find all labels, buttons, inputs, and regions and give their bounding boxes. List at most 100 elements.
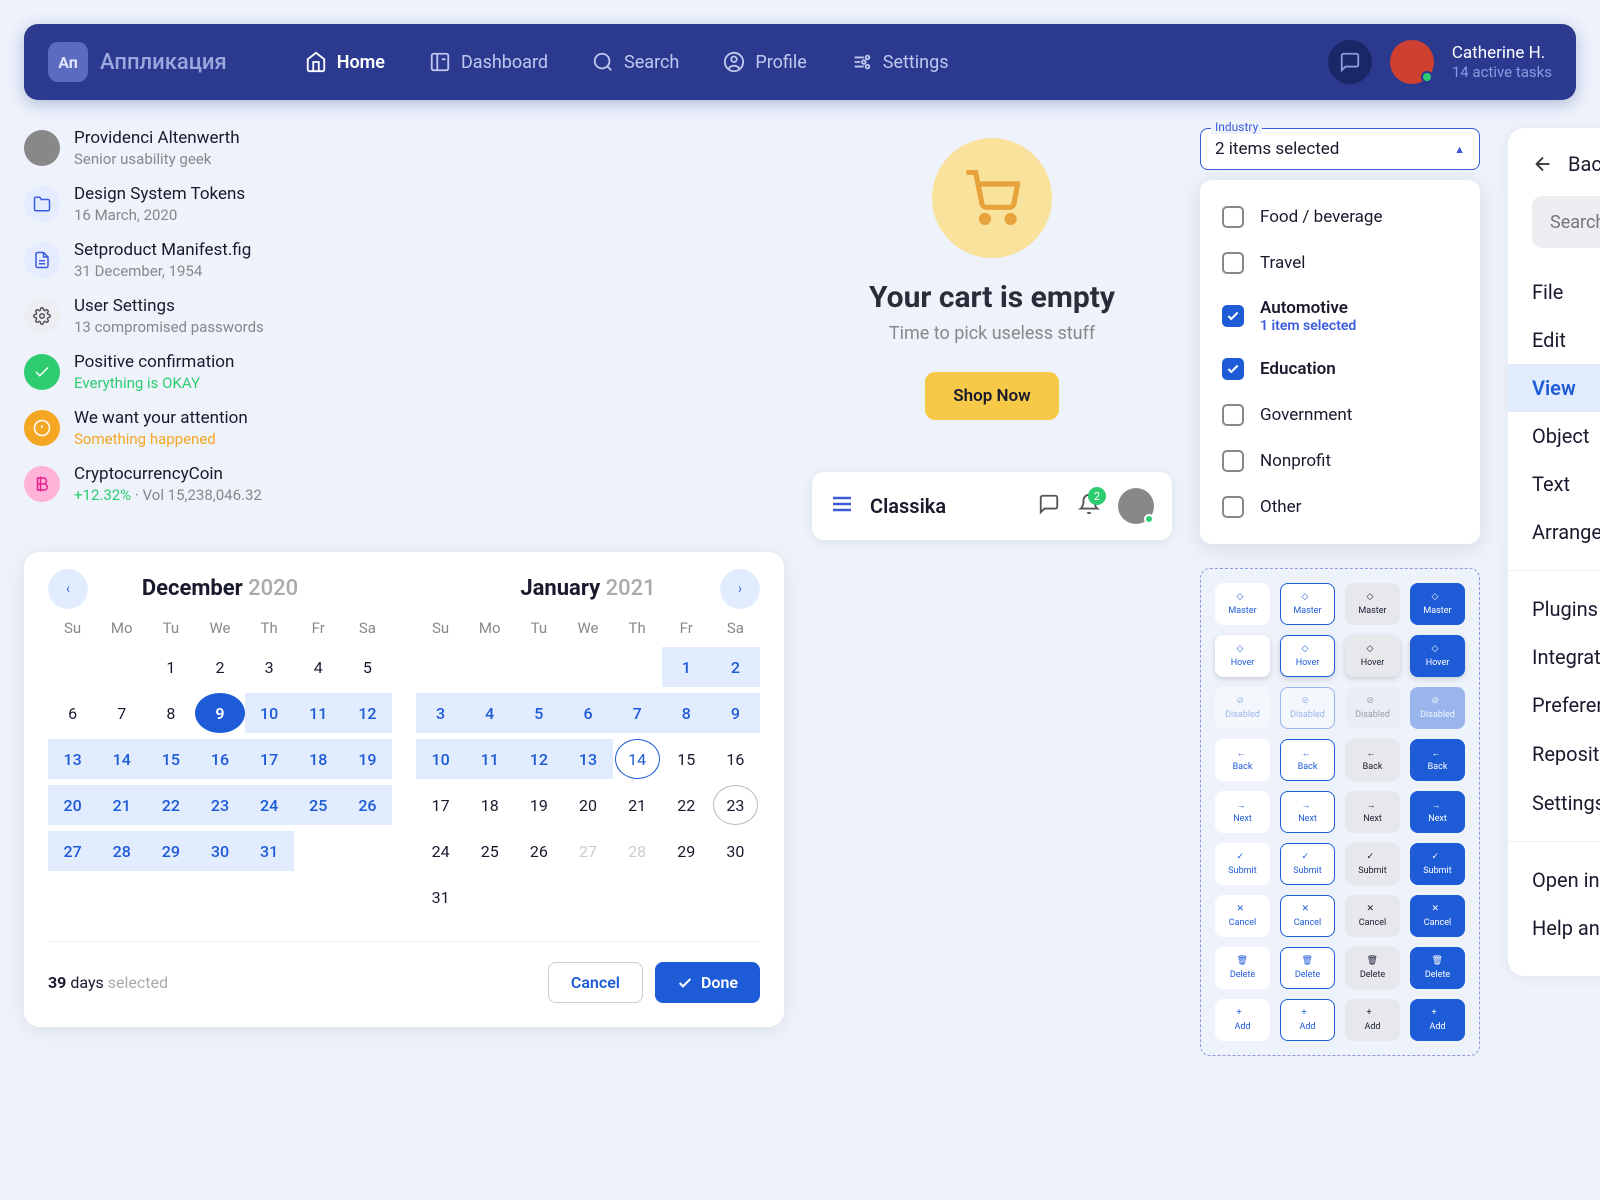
- nav-search[interactable]: Search: [574, 41, 697, 83]
- option-education[interactable]: Education: [1200, 346, 1480, 392]
- menu-plugins[interactable]: Plugins›: [1508, 585, 1600, 633]
- list-item[interactable]: We want your attentionSomething happened: [24, 408, 424, 448]
- day-22[interactable]: 22: [146, 785, 195, 825]
- day-12[interactable]: 12: [514, 739, 563, 779]
- option-government[interactable]: Government: [1200, 392, 1480, 438]
- day-21[interactable]: 21: [97, 785, 146, 825]
- chip-add-v2[interactable]: +Add: [1280, 999, 1335, 1041]
- day-24[interactable]: 24: [245, 785, 294, 825]
- chip-add-v4[interactable]: +Add: [1410, 999, 1465, 1041]
- day-18[interactable]: 18: [294, 739, 343, 779]
- chip-submit-v1[interactable]: ✓Submit: [1215, 843, 1270, 885]
- chat-icon[interactable]: [1328, 40, 1372, 84]
- chip-back-v4[interactable]: ←Back: [1410, 739, 1465, 781]
- menu-integrations[interactable]: Integrations›: [1508, 633, 1600, 681]
- chip-submit-v3[interactable]: ✓Submit: [1345, 843, 1400, 885]
- day-20[interactable]: 20: [563, 785, 612, 825]
- chat-icon[interactable]: [1038, 493, 1060, 519]
- chip-add-v1[interactable]: +Add: [1215, 999, 1270, 1041]
- chip-cancel-v3[interactable]: ✕Cancel: [1345, 895, 1400, 937]
- back-button[interactable]: Back to Files: [1508, 152, 1600, 196]
- day-27[interactable]: 27: [563, 831, 612, 871]
- day-24[interactable]: 24: [416, 831, 465, 871]
- day-13[interactable]: 13: [48, 739, 97, 779]
- day-9[interactable]: 9: [195, 693, 244, 733]
- chip-next-v4[interactable]: →Next: [1410, 791, 1465, 833]
- day-4[interactable]: 4: [465, 693, 514, 733]
- list-item[interactable]: Setproduct Manifest.fig31 December, 1954: [24, 240, 424, 280]
- day-15[interactable]: 15: [146, 739, 195, 779]
- search-input[interactable]: |: [1532, 196, 1600, 248]
- day-5[interactable]: 5: [343, 647, 392, 687]
- chip-back-v2[interactable]: ←Back: [1280, 739, 1335, 781]
- day-30[interactable]: 30: [195, 831, 244, 871]
- day-23[interactable]: 23: [713, 785, 758, 825]
- day-31[interactable]: 31: [245, 831, 294, 871]
- menu-edit[interactable]: Edit›: [1508, 316, 1600, 364]
- done-button[interactable]: Done: [655, 962, 760, 1003]
- option-other[interactable]: Other: [1200, 484, 1480, 530]
- day-13[interactable]: 13: [563, 739, 612, 779]
- search-field[interactable]: [1550, 212, 1600, 233]
- nav-settings[interactable]: Settings: [833, 41, 967, 83]
- menu-preferences[interactable]: Preferences›: [1508, 681, 1600, 729]
- list-item[interactable]: CryptocurrencyCoin+12.32% · Vol 15,238,0…: [24, 464, 424, 504]
- day-14[interactable]: 14: [97, 739, 146, 779]
- day-2[interactable]: 2: [195, 647, 244, 687]
- user-info[interactable]: Catherine H. 14 active tasks: [1452, 43, 1552, 81]
- chip-cancel-v4[interactable]: ✕Cancel: [1410, 895, 1465, 937]
- chip-delete-v1[interactable]: 🗑Delete: [1215, 947, 1270, 989]
- option-travel[interactable]: Travel: [1200, 240, 1480, 286]
- day-7[interactable]: 7: [613, 693, 662, 733]
- checkbox[interactable]: [1222, 305, 1244, 327]
- cancel-button[interactable]: Cancel: [548, 962, 643, 1003]
- menu-open-in-desktop-app[interactable]: Open in Desktop App: [1508, 856, 1600, 904]
- chip-master-v2[interactable]: ◇Master: [1280, 583, 1335, 625]
- day-28[interactable]: 28: [613, 831, 662, 871]
- menu-help-and-account[interactable]: Help and Account›: [1508, 904, 1600, 952]
- day-17[interactable]: 17: [245, 739, 294, 779]
- chip-submit-v4[interactable]: ✓Submit: [1410, 843, 1465, 885]
- day-4[interactable]: 4: [294, 647, 343, 687]
- day-19[interactable]: 19: [514, 785, 563, 825]
- chip-master-v4[interactable]: ◇Master: [1410, 583, 1465, 625]
- day-6[interactable]: 6: [48, 693, 97, 733]
- list-item[interactable]: User Settings13 compromised passwords: [24, 296, 424, 336]
- day-11[interactable]: 11: [465, 739, 514, 779]
- chip-disabled-v2[interactable]: ⊘Disabled: [1280, 687, 1335, 729]
- chip-back-v1[interactable]: ←Back: [1215, 739, 1270, 781]
- checkbox[interactable]: [1222, 450, 1244, 472]
- day-10[interactable]: 10: [416, 739, 465, 779]
- chip-hover-v2[interactable]: ◇Hover: [1280, 635, 1335, 677]
- day-23[interactable]: 23: [195, 785, 244, 825]
- nav-dashboard[interactable]: Dashboard: [411, 41, 566, 83]
- day-6[interactable]: 6: [563, 693, 612, 733]
- list-item[interactable]: Positive confirmationEverything is OKAY: [24, 352, 424, 392]
- calendar-next-button[interactable]: ›: [720, 569, 760, 609]
- day-25[interactable]: 25: [465, 831, 514, 871]
- day-14[interactable]: 14: [615, 739, 660, 779]
- checkbox[interactable]: [1222, 252, 1244, 274]
- option-nonprofit[interactable]: Nonprofit: [1200, 438, 1480, 484]
- day-10[interactable]: 10: [245, 693, 294, 733]
- day-22[interactable]: 22: [662, 785, 711, 825]
- checkbox[interactable]: [1222, 404, 1244, 426]
- nav-profile[interactable]: Profile: [705, 41, 824, 83]
- day-26[interactable]: 26: [343, 785, 392, 825]
- day-3[interactable]: 3: [245, 647, 294, 687]
- menu-text[interactable]: Text›: [1508, 460, 1600, 508]
- chip-delete-v3[interactable]: 🗑Delete: [1345, 947, 1400, 989]
- day-20[interactable]: 20: [48, 785, 97, 825]
- chip-master-v1[interactable]: ◇Master: [1215, 583, 1270, 625]
- day-1[interactable]: 1: [146, 647, 195, 687]
- day-19[interactable]: 19: [343, 739, 392, 779]
- menu-icon[interactable]: [830, 492, 854, 520]
- day-30[interactable]: 30: [711, 831, 760, 871]
- chip-disabled-v3[interactable]: ⊘Disabled: [1345, 687, 1400, 729]
- day-31[interactable]: 31: [416, 877, 465, 917]
- checkbox[interactable]: [1222, 496, 1244, 518]
- day-25[interactable]: 25: [294, 785, 343, 825]
- menu-settings[interactable]: Settings: [1508, 779, 1600, 827]
- day-29[interactable]: 29: [146, 831, 195, 871]
- bell-icon[interactable]: 2: [1078, 493, 1100, 519]
